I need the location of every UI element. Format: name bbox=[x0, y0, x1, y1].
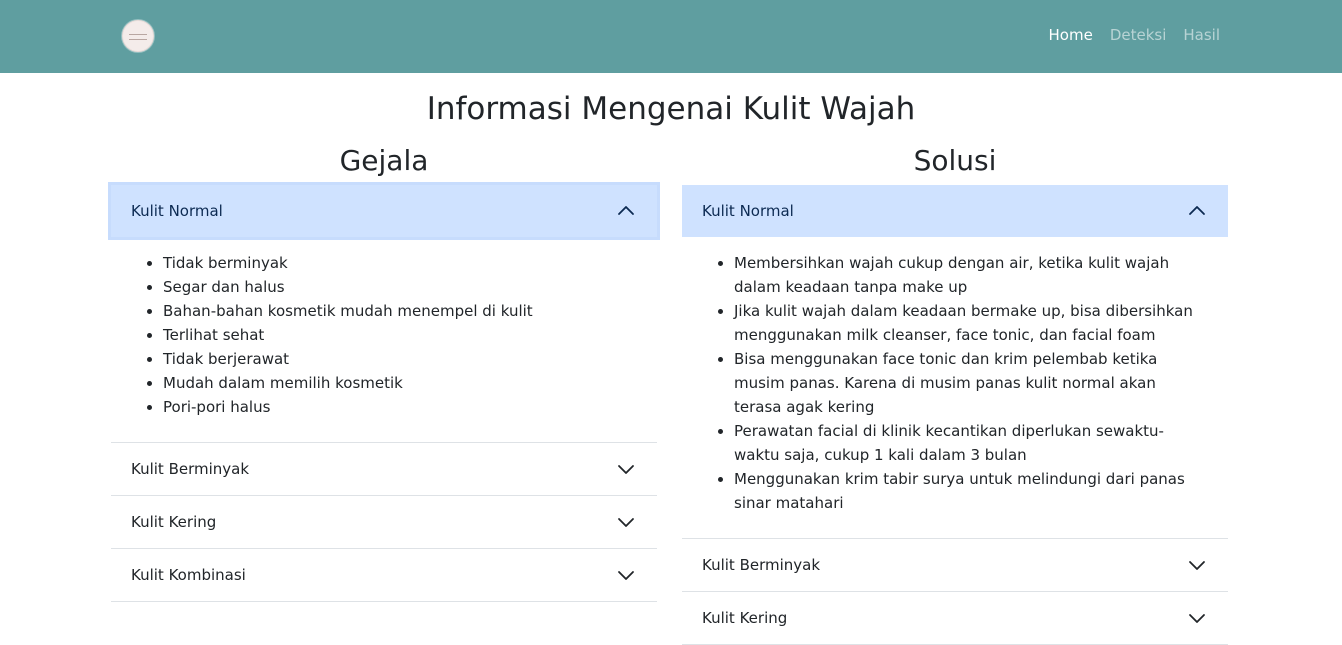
gejala-accordion-body-normal: Tidak berminyak Segar dan halus Bahan-ba… bbox=[111, 237, 657, 442]
chevron-up-icon bbox=[1188, 202, 1206, 220]
gejala-accordion-item-kering: Kulit Kering bbox=[111, 496, 657, 549]
accordion-header-label: Kulit Kombinasi bbox=[131, 566, 246, 584]
nav-home-link[interactable]: Home bbox=[1049, 24, 1093, 46]
chevron-down-icon bbox=[617, 566, 635, 584]
gejala-heading: Gejala bbox=[339, 144, 429, 177]
accordion-header-label: Kulit Berminyak bbox=[702, 556, 821, 574]
main-nav: Home Deteksi Hasil bbox=[1049, 24, 1220, 46]
accordion-header-label: Kulit Berminyak bbox=[131, 460, 250, 478]
list-item: Membersihkan wajah cukup dengan air, ket… bbox=[734, 251, 1208, 299]
chevron-up-icon bbox=[617, 202, 635, 220]
solusi-accordion-header-kering[interactable]: Kulit Kering bbox=[682, 592, 1228, 644]
list-item: Tidak berminyak bbox=[163, 251, 637, 275]
list-item: Menggunakan krim tabir surya untuk melin… bbox=[734, 467, 1208, 515]
solusi-accordion-header-normal[interactable]: Kulit Normal bbox=[682, 185, 1228, 237]
gejala-accordion-header-berminyak[interactable]: Kulit Berminyak bbox=[111, 443, 657, 495]
list-item: Mudah dalam memilih kosmetik bbox=[163, 371, 637, 395]
gejala-accordion-header-kering[interactable]: Kulit Kering bbox=[111, 496, 657, 548]
accordion-header-label: Kulit Kering bbox=[131, 513, 217, 531]
accordion-header-label: Kulit Normal bbox=[702, 202, 794, 220]
list-item: Pori-pori halus bbox=[163, 395, 637, 419]
gejala-accordion-item-normal: Kulit Normal Tidak berminyak Segar dan h… bbox=[111, 185, 657, 443]
chevron-down-icon bbox=[617, 513, 635, 531]
gejala-accordion-item-kombinasi: Kulit Kombinasi bbox=[111, 549, 657, 602]
list-item: Jika kulit wajah dalam keadaan bermake u… bbox=[734, 299, 1208, 347]
gejala-accordion-header-kombinasi[interactable]: Kulit Kombinasi bbox=[111, 549, 657, 601]
solusi-accordion-body-normal: Membersihkan wajah cukup dengan air, ket… bbox=[682, 237, 1228, 538]
accordion-header-label: Kulit Kering bbox=[702, 609, 788, 627]
brand-logo[interactable] bbox=[122, 20, 154, 52]
list-item: Segar dan halus bbox=[163, 275, 637, 299]
list-item: Bahan-bahan kosmetik mudah menempel di k… bbox=[163, 299, 637, 323]
chevron-down-icon bbox=[617, 460, 635, 478]
list-item: Bisa menggunakan face tonic dan krim pel… bbox=[734, 347, 1208, 419]
solusi-accordion: Kulit Normal Membersihkan wajah cukup de… bbox=[682, 185, 1228, 645]
solusi-heading: Solusi bbox=[913, 144, 997, 177]
list-item: Tidak berjerawat bbox=[163, 347, 637, 371]
gejala-detail-list: Tidak berminyak Segar dan halus Bahan-ba… bbox=[131, 251, 637, 419]
gejala-accordion-header-normal[interactable]: Kulit Normal bbox=[111, 185, 657, 237]
gejala-accordion: Kulit Normal Tidak berminyak Segar dan h… bbox=[111, 185, 657, 602]
page-title: Informasi Mengenai Kulit Wajah bbox=[426, 91, 916, 127]
solusi-detail-list: Membersihkan wajah cukup dengan air, ket… bbox=[702, 251, 1208, 515]
accordion-header-label: Kulit Normal bbox=[131, 202, 223, 220]
solusi-accordion-item-kering: Kulit Kering bbox=[682, 592, 1228, 645]
chevron-down-icon bbox=[1188, 556, 1206, 574]
solusi-accordion-item-berminyak: Kulit Berminyak bbox=[682, 539, 1228, 592]
chevron-down-icon bbox=[1188, 609, 1206, 627]
list-item: Perawatan facial di klinik kecantikan di… bbox=[734, 419, 1208, 467]
list-item: Terlihat sehat bbox=[163, 323, 637, 347]
solusi-accordion-item-normal: Kulit Normal Membersihkan wajah cukup de… bbox=[682, 185, 1228, 539]
nav-deteksi-link[interactable]: Deteksi bbox=[1110, 24, 1167, 46]
gejala-accordion-item-berminyak: Kulit Berminyak bbox=[111, 443, 657, 496]
navbar: Home Deteksi Hasil bbox=[0, 0, 1342, 73]
nav-hasil-link[interactable]: Hasil bbox=[1183, 24, 1220, 46]
solusi-accordion-header-berminyak[interactable]: Kulit Berminyak bbox=[682, 539, 1228, 591]
